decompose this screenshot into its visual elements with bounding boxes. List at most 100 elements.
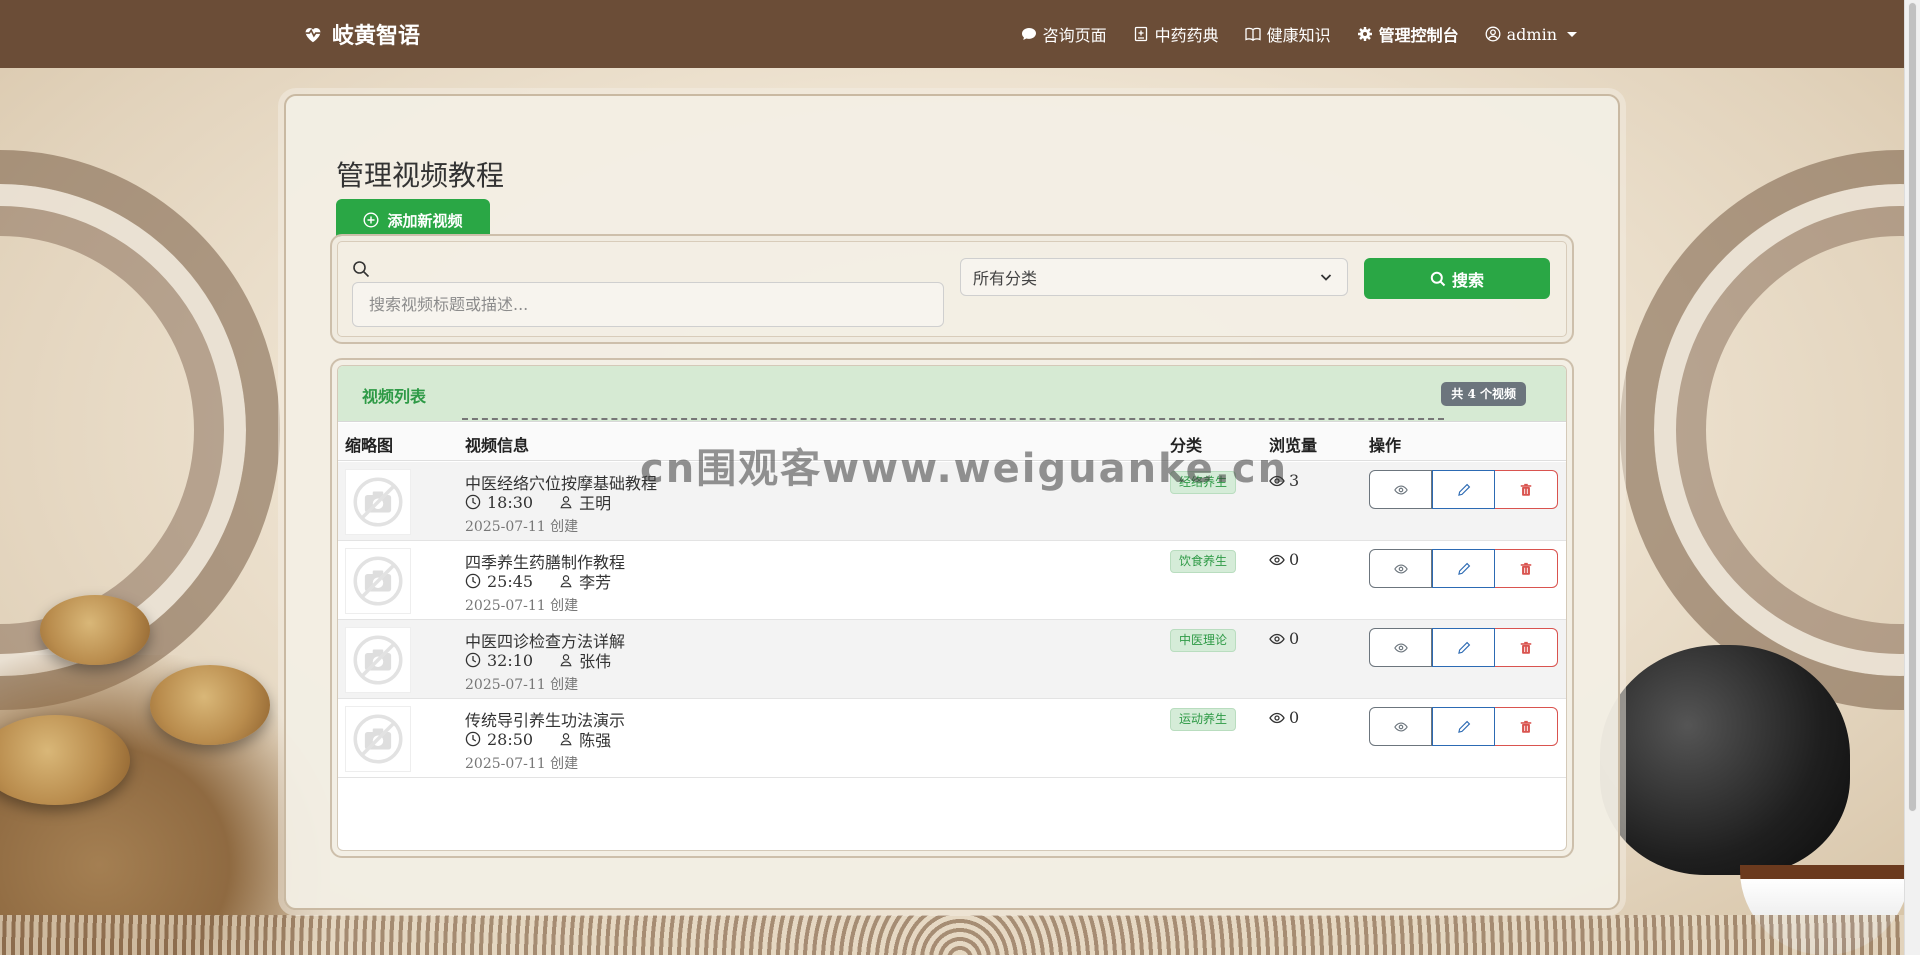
pencil-icon	[1457, 641, 1470, 654]
user-menu-toggle[interactable]: admin	[1485, 25, 1577, 44]
video-thumbnail[interactable]	[345, 706, 411, 772]
brand-logo[interactable]: 岐黄智语	[302, 18, 420, 50]
view-count-value: 0	[1289, 708, 1300, 727]
nav-item-health-knowledge[interactable]: 健康知识	[1244, 22, 1331, 46]
delete-button[interactable]	[1495, 628, 1558, 667]
video-created-date: 2025-07-11 创建	[465, 598, 579, 614]
eye-icon	[1393, 641, 1408, 655]
background-bowl	[150, 665, 270, 745]
nav-item-consult[interactable]: 咨询页面	[1021, 22, 1107, 46]
video-meta: 25:45 李芳	[465, 569, 611, 593]
background-medallion-right	[1620, 150, 1920, 710]
delete-button[interactable]	[1495, 549, 1558, 588]
no-camera-icon	[353, 556, 403, 606]
eye-icon	[1269, 631, 1285, 647]
video-duration: 28:50	[487, 729, 534, 749]
row-actions	[1369, 707, 1558, 746]
page-scrollbar[interactable]	[1904, 0, 1920, 955]
chevron-down-icon	[1320, 274, 1332, 281]
chat-icon	[1021, 28, 1036, 40]
eye-icon	[1269, 710, 1285, 726]
nav-item-admin-console[interactable]: 管理控制台	[1357, 22, 1459, 46]
divider	[462, 418, 1444, 420]
scrollbar-thumb[interactable]	[1908, 2, 1917, 812]
nav-item-label: 中药药典	[1154, 26, 1219, 45]
video-thumbnail[interactable]	[345, 548, 411, 614]
view-count: 0	[1269, 629, 1299, 648]
nav-item-pharmacopoeia[interactable]: 中药药典	[1133, 22, 1219, 46]
nav-item-label: 咨询页面	[1042, 26, 1107, 45]
clock-icon	[465, 652, 481, 668]
video-author: 王明	[579, 494, 612, 513]
edit-button[interactable]	[1432, 470, 1495, 509]
row-actions	[1369, 549, 1558, 588]
search-button[interactable]: 搜索	[1364, 258, 1550, 299]
video-duration: 32:10	[487, 650, 534, 670]
eye-icon	[1393, 562, 1408, 576]
edit-button[interactable]	[1432, 707, 1495, 746]
trash-icon	[1520, 562, 1532, 575]
video-meta: 18:30 王明	[465, 490, 611, 514]
search-input[interactable]	[352, 282, 944, 327]
category-badge: 中医理论	[1170, 629, 1237, 652]
trash-icon	[1520, 720, 1532, 733]
trash-icon	[1520, 641, 1532, 654]
nav-menu: 咨询页面 中药药典 健康知识 管理控制台 admin	[1021, 22, 1577, 46]
trash-icon	[1520, 483, 1532, 496]
video-created-date: 2025-07-11 创建	[465, 677, 579, 693]
top-navbar: 岐黄智语 咨询页面 中药药典 健康知识 管理控制台 admin	[0, 0, 1904, 68]
video-meta: 32:10 张伟	[465, 648, 611, 672]
gear-icon	[1357, 27, 1372, 41]
background-pattern-band	[0, 915, 1920, 955]
no-camera-icon	[353, 635, 403, 685]
view-button[interactable]	[1369, 549, 1432, 588]
user-circle-icon	[1485, 26, 1501, 42]
delete-button[interactable]	[1495, 707, 1558, 746]
list-header: 视频列表 共 4 个视频	[338, 366, 1566, 422]
row-actions	[1369, 628, 1558, 667]
table-row: 四季养生药膳制作教程 25:45 李芳 2025-07-11 创建 饮食养生 0	[338, 541, 1566, 620]
book-medical-icon	[1134, 26, 1147, 42]
column-header-thumbnail: 缩略图	[345, 436, 394, 455]
view-button[interactable]	[1369, 707, 1432, 746]
heart-pulse-icon	[305, 28, 321, 43]
plus-circle-icon	[363, 212, 379, 228]
background-teapot	[1600, 645, 1850, 875]
table-row: 中医四诊检查方法详解 32:10 张伟 2025-07-11 创建 中医理论 0	[338, 620, 1566, 699]
user-name: admin	[1506, 24, 1557, 44]
watermark-text: cn围观客www.weiguanke.cn	[640, 446, 1289, 492]
pencil-icon	[1457, 483, 1470, 496]
search-icon	[353, 261, 370, 278]
user-icon	[560, 654, 572, 667]
eye-icon	[1393, 720, 1408, 734]
column-header-info: 视频信息	[465, 436, 530, 455]
video-duration: 25:45	[487, 571, 534, 591]
video-thumbnail[interactable]	[345, 627, 411, 693]
edit-button[interactable]	[1432, 549, 1495, 588]
brand-name: 岐黄智语	[332, 23, 421, 49]
view-button[interactable]	[1369, 628, 1432, 667]
video-created-date: 2025-07-11 创建	[465, 519, 579, 535]
video-author: 陈强	[579, 731, 612, 750]
view-count-value: 0	[1289, 629, 1300, 648]
view-count-value: 0	[1289, 550, 1300, 569]
video-thumbnail[interactable]	[345, 469, 411, 535]
user-icon	[560, 733, 572, 746]
no-camera-icon	[353, 477, 403, 527]
search-button-label: 搜索	[1451, 270, 1484, 290]
video-meta: 28:50 陈强	[465, 727, 611, 751]
category-select[interactable]: 所有分类	[960, 258, 1348, 296]
video-author: 张伟	[579, 652, 612, 671]
pencil-icon	[1457, 562, 1470, 575]
edit-button[interactable]	[1432, 628, 1495, 667]
category-select-value: 所有分类	[973, 269, 1038, 288]
page-title: 管理视频教程	[336, 159, 505, 192]
view-button[interactable]	[1369, 470, 1432, 509]
eye-icon	[1393, 483, 1408, 497]
view-count: 0	[1269, 550, 1299, 569]
clock-icon	[465, 731, 481, 747]
column-header-actions: 操作	[1369, 436, 1402, 455]
delete-button[interactable]	[1495, 470, 1558, 509]
clock-icon	[465, 573, 481, 589]
row-actions	[1369, 470, 1558, 509]
